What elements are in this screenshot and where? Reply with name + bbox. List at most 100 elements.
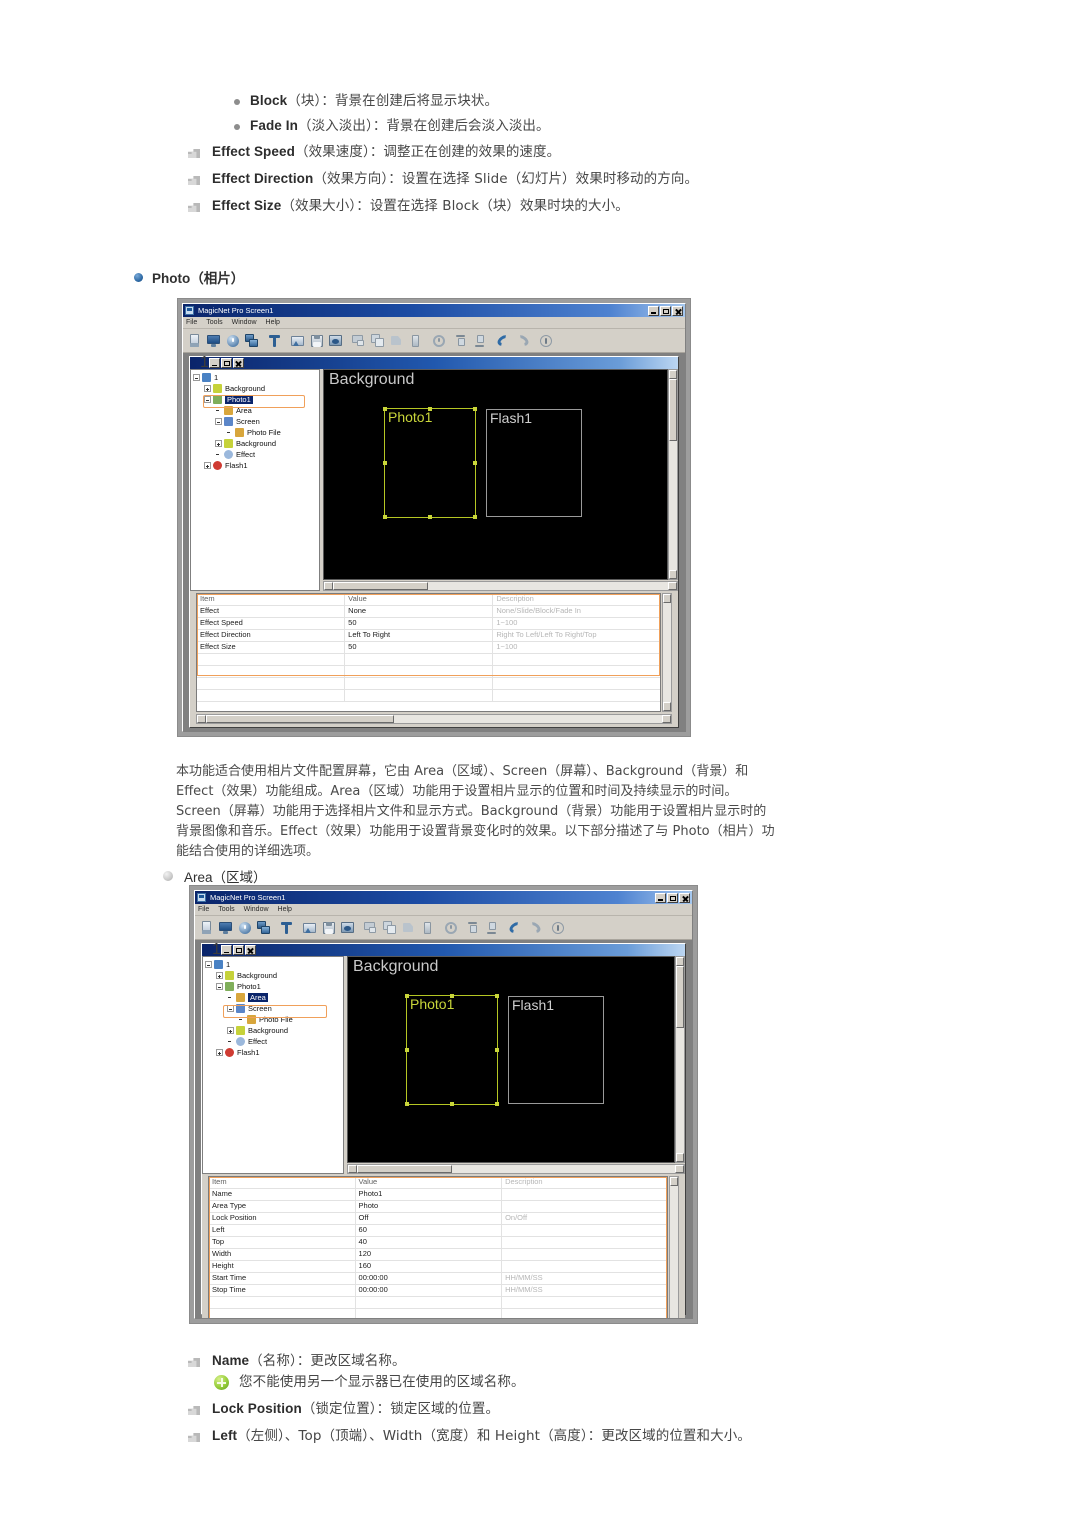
object-tree[interactable]: 1 Background Photo1 Area Screen Photo File Bac…: [190, 369, 320, 591]
property-value[interactable]: 160: [356, 1261, 503, 1272]
scroll-left-button[interactable]: [348, 1165, 357, 1173]
scroll-thumb[interactable]: [333, 581, 428, 590]
tree-node-flash1[interactable]: Flash1: [193, 460, 319, 471]
text-tool-icon[interactable]: [266, 332, 283, 349]
resize-handle[interactable]: [473, 407, 477, 411]
tree-node-background[interactable]: Background: [205, 1025, 343, 1036]
scroll-left-button[interactable]: [197, 715, 206, 723]
tree-expander-icon[interactable]: [216, 1049, 223, 1056]
scroll-thumb[interactable]: [676, 966, 684, 1028]
property-value[interactable]: 40: [356, 1237, 503, 1248]
property-value[interactable]: Off: [356, 1213, 503, 1224]
scroll-up-button[interactable]: [669, 370, 677, 379]
scroll-down-button[interactable]: [663, 702, 671, 711]
scroll-track[interactable]: [663, 602, 671, 702]
property-value[interactable]: 00:00:00: [356, 1285, 503, 1296]
tree-node-photo1[interactable]: Photo1: [193, 394, 319, 405]
property-row[interactable]: Area Type Photo: [209, 1201, 667, 1213]
monitor-icon[interactable]: [205, 332, 222, 349]
redo-icon[interactable]: [526, 919, 543, 936]
canvas-horizontal-scrollbar[interactable]: [347, 1164, 685, 1174]
align-bottom-icon[interactable]: [484, 919, 501, 936]
tree-expander-icon[interactable]: [204, 385, 211, 392]
layers-icon[interactable]: [255, 919, 272, 936]
clock2-icon[interactable]: [442, 919, 459, 936]
resize-handle[interactable]: [450, 1102, 454, 1106]
resize-handle[interactable]: [383, 515, 387, 519]
property-grid[interactable]: Item Value Description Name Photo1 Area Type P…: [208, 1176, 668, 1318]
save-icon[interactable]: [308, 332, 325, 349]
align-top-icon[interactable]: [465, 919, 482, 936]
property-value[interactable]: 120: [356, 1249, 503, 1260]
info-icon[interactable]: [537, 332, 554, 349]
menu-item-tools[interactable]: Tools: [206, 319, 222, 326]
copy-icon[interactable]: [369, 332, 386, 349]
paste-icon[interactable]: [388, 332, 405, 349]
tree-expander-icon[interactable]: [215, 418, 222, 425]
tree-node-screen[interactable]: Screen: [193, 416, 319, 427]
new-screen-icon[interactable]: [198, 919, 215, 936]
property-row[interactable]: Name Photo1: [209, 1189, 667, 1201]
scroll-down-button[interactable]: [669, 569, 677, 579]
tree-node-effect[interactable]: Effect: [193, 449, 319, 460]
resize-handle[interactable]: [495, 1102, 499, 1106]
copy-icon[interactable]: [381, 919, 398, 936]
mdi-titlebar[interactable]: 1: [202, 941, 685, 958]
delete-icon[interactable]: [419, 919, 436, 936]
canvas-vertical-scrollbar[interactable]: [675, 956, 685, 1163]
mdi-close-button[interactable]: [232, 358, 244, 368]
window-buttons[interactable]: [648, 305, 683, 316]
window-titlebar[interactable]: MagicNet Pro Screen1: [183, 304, 685, 317]
menu-item-file[interactable]: File: [186, 319, 197, 326]
tree-expander-icon[interactable]: [193, 374, 200, 381]
resize-handle[interactable]: [428, 407, 432, 411]
resize-handle[interactable]: [405, 1048, 409, 1052]
canvas-photo-area[interactable]: Photo1: [383, 407, 477, 519]
property-row[interactable]: Left 60: [209, 1225, 667, 1237]
photo-icon[interactable]: [327, 332, 344, 349]
scroll-right-button[interactable]: [662, 715, 671, 723]
property-value[interactable]: Photo: [356, 1201, 503, 1212]
mdi-minimize-button[interactable]: [208, 358, 220, 368]
property-row[interactable]: Effect Size 50 1~100: [197, 641, 660, 654]
resize-handle[interactable]: [495, 1048, 499, 1052]
property-vertical-scrollbar[interactable]: [669, 1176, 679, 1318]
minimize-button[interactable]: [648, 305, 659, 316]
property-value[interactable]: Photo1: [356, 1189, 503, 1200]
scroll-track[interactable]: [669, 441, 677, 570]
property-value[interactable]: Left To Right: [345, 629, 494, 641]
tree-expander-icon[interactable]: [227, 1005, 234, 1012]
tree-node-flash1[interactable]: Flash1: [205, 1047, 343, 1058]
save-icon[interactable]: [320, 919, 337, 936]
photo-icon[interactable]: [339, 919, 356, 936]
tree-node-screen[interactable]: Screen: [205, 1003, 343, 1014]
scroll-track[interactable]: [670, 1186, 678, 1318]
redo-icon[interactable]: [514, 332, 531, 349]
scroll-track[interactable]: [394, 715, 662, 723]
design-canvas[interactable]: Background Photo1 Flash1: [347, 956, 675, 1163]
delete-icon[interactable]: [407, 332, 424, 349]
close-button[interactable]: [672, 305, 683, 316]
mdi-maximize-button[interactable]: [232, 945, 244, 955]
toolbar[interactable]: [195, 916, 692, 940]
scroll-thumb[interactable]: [669, 379, 677, 441]
resize-handle[interactable]: [495, 994, 499, 998]
menu-bar[interactable]: File Tools Window Help: [183, 317, 685, 329]
property-value[interactable]: 00:00:00: [356, 1273, 503, 1284]
monitor-icon[interactable]: [217, 919, 234, 936]
resize-handle[interactable]: [383, 407, 387, 411]
scroll-track[interactable]: [676, 1028, 684, 1153]
resize-handle[interactable]: [383, 461, 387, 465]
align-top-icon[interactable]: [453, 332, 470, 349]
cut-icon[interactable]: [362, 919, 379, 936]
maximize-button[interactable]: [667, 892, 678, 903]
clock2-icon[interactable]: [430, 332, 447, 349]
mdi-window-buttons[interactable]: [208, 358, 244, 368]
tree-node-background[interactable]: Background: [193, 438, 319, 449]
menu-bar[interactable]: File Tools Window Help: [195, 904, 692, 916]
scroll-thumb[interactable]: [357, 1165, 452, 1173]
tree-node-area[interactable]: Area: [193, 405, 319, 416]
menu-item-help[interactable]: Help: [278, 906, 292, 913]
tree-expander-icon[interactable]: [215, 440, 222, 447]
property-value[interactable]: 50: [345, 641, 494, 653]
